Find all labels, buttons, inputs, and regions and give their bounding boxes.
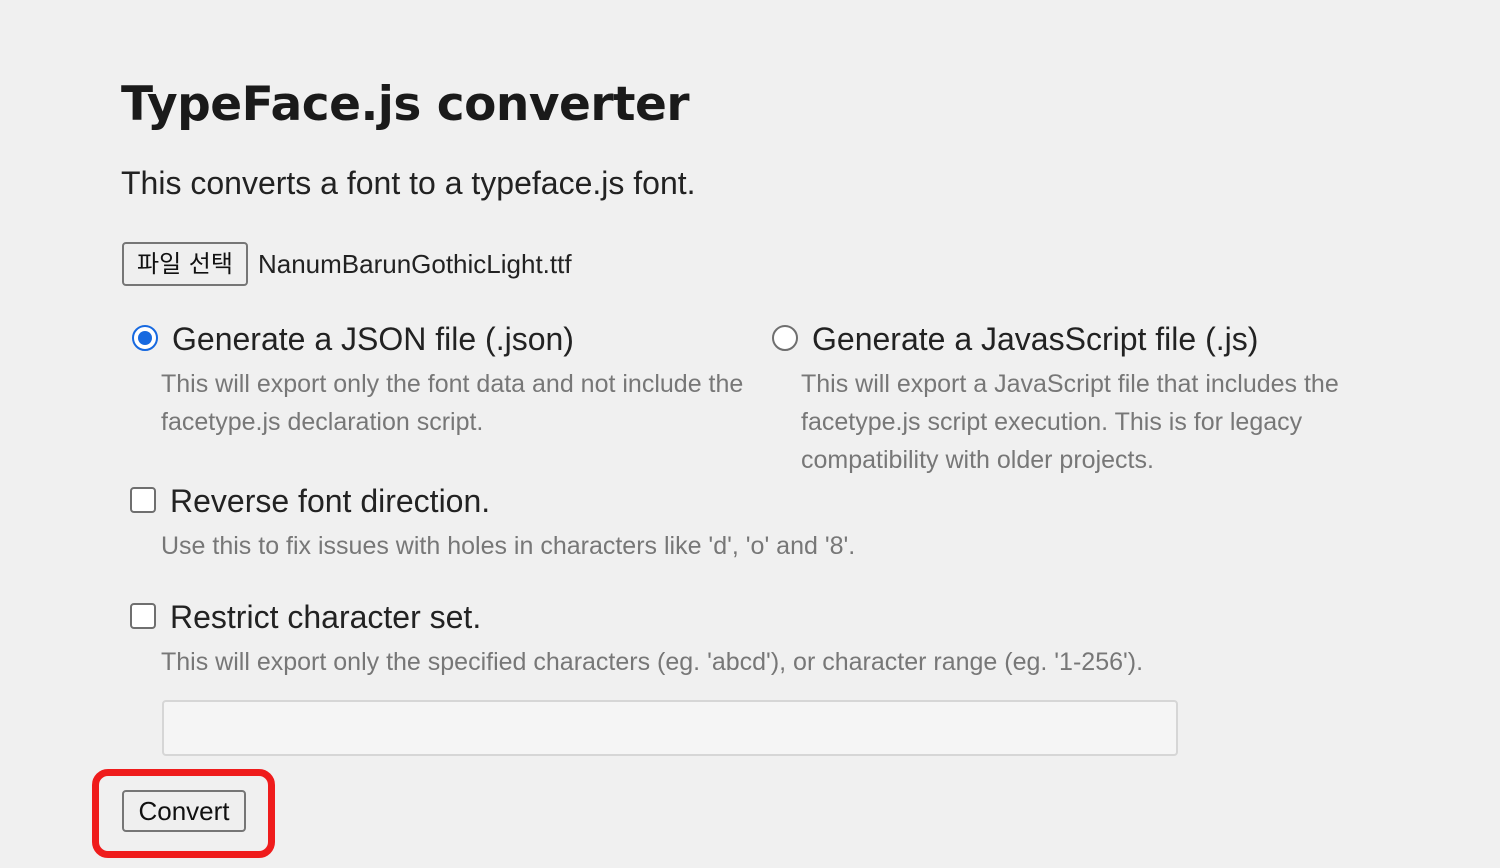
option-json-description: This will export only the font data and … [161,370,744,436]
option-json-label[interactable]: Generate a JSON file (.json) [172,319,574,359]
choose-file-button[interactable]: 파일 선택 [122,242,248,286]
converter-page: TypeFace.js converter This converts a fo… [0,0,1500,868]
radio-js[interactable] [772,325,798,351]
restrict-charset-label[interactable]: Restrict character set. [170,597,481,637]
page-title: TypeFace.js converter [121,77,690,132]
selected-file-name: NanumBarunGothicLight.ttf [257,248,572,279]
reverse-direction-label[interactable]: Reverse font direction. [170,481,490,521]
option-js-description: This will export a JavaScript file that … [801,370,1339,474]
reverse-direction-checkbox[interactable] [130,487,156,513]
reverse-direction-description: Use this to fix issues with holes in cha… [161,532,856,560]
page-subtitle: This converts a font to a typeface.js fo… [121,165,696,201]
option-js-label[interactable]: Generate a JavasScript file (.js) [812,319,1258,359]
restrict-charset-checkbox[interactable] [130,603,156,629]
file-picker: 파일 선택 NanumBarunGothicLight.ttf [122,242,572,286]
restrict-charset-description: This will export only the specified char… [161,648,1144,676]
restrict-charset-input[interactable] [162,700,1178,756]
radio-json[interactable] [132,325,158,351]
convert-button[interactable]: Convert [122,790,246,832]
